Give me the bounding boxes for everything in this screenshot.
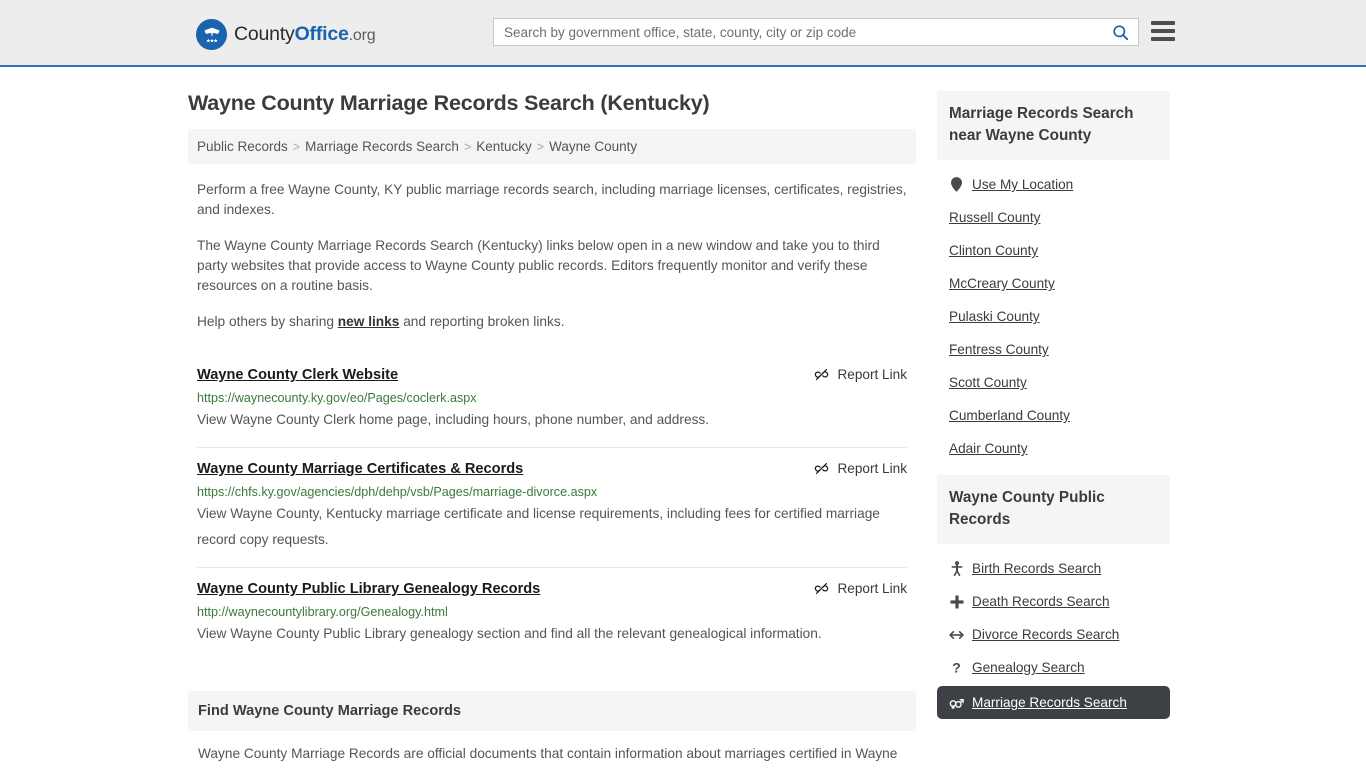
sidebar-item-russell-county[interactable]: Russell County — [937, 201, 1170, 234]
intro-paragraph-3: Help others by sharing new links and rep… — [188, 312, 916, 332]
hamburger-bar — [1151, 37, 1175, 41]
question-mark-icon: ? — [949, 660, 964, 675]
record-link-description: View Wayne County Clerk home page, inclu… — [197, 412, 710, 427]
breadcrumb: Public Records > Marriage Records Search… — [188, 129, 916, 164]
broken-link-icon — [815, 462, 829, 475]
sidebar-item-use-my-location[interactable]: Use My Location — [937, 168, 1170, 201]
sidebar-item-clinton-county[interactable]: Clinton County — [937, 234, 1170, 267]
svg-text:?: ? — [952, 660, 961, 675]
intro-paragraph-1: Perform a free Wayne County, KY public m… — [197, 182, 907, 217]
sidebar: Marriage Records Search near Wayne Count… — [937, 91, 1170, 768]
page-title: Wayne County Marriage Records Search (Ke… — [188, 91, 710, 115]
sidebar-item-adair-county[interactable]: Adair County — [937, 432, 1170, 465]
breadcrumb-separator: > — [463, 139, 472, 154]
breadcrumb-item-public-records[interactable]: Public Records — [197, 139, 288, 154]
sidebar-item-label: Clinton County — [949, 243, 1039, 258]
sidebar-item-label: Marriage Records Search — [972, 695, 1127, 710]
find-records-body: Wayne County Marriage Records are offici… — [198, 746, 898, 761]
logo-text-office: Office — [294, 23, 349, 45]
broken-link-icon — [815, 582, 829, 595]
sidebar-item-birth-records-search[interactable]: Birth Records Search — [937, 552, 1170, 585]
sidebar-item-label: Adair County — [949, 441, 1028, 456]
new-links-link[interactable]: new links — [338, 314, 400, 329]
sidebar-item-mccreary-county[interactable]: McCreary County — [937, 267, 1170, 300]
breadcrumb-item-wayne-county[interactable]: Wayne County — [549, 139, 637, 154]
search-button[interactable] — [1102, 19, 1138, 45]
breadcrumb-item-kentucky[interactable]: Kentucky — [476, 139, 532, 154]
breadcrumb-item-marriage-records-search[interactable]: Marriage Records Search — [305, 139, 459, 154]
site-header: CountyOffice.org — [0, 0, 1366, 67]
cross-icon — [949, 595, 964, 609]
record-link-title[interactable]: Wayne County Marriage Certificates & Rec… — [197, 460, 523, 479]
sidebar-item-label: Divorce Records Search — [972, 627, 1120, 642]
sidebar-item-label: Pulaski County — [949, 309, 1040, 324]
record-link-title[interactable]: Wayne County Clerk Website — [197, 366, 398, 385]
public-records-heading: Wayne County Public Records — [937, 475, 1170, 544]
logo-text-county: County — [234, 23, 295, 45]
sidebar-item-divorce-records-search[interactable]: Divorce Records Search — [937, 618, 1170, 651]
location-pin-icon — [949, 177, 964, 192]
main-content: Wayne County Marriage Records Search (Ke… — [188, 67, 916, 768]
sidebar-item-label: Birth Records Search — [972, 561, 1102, 576]
nearby-search-panel: Marriage Records Search near Wayne Count… — [937, 91, 1170, 465]
page-body: Wayne County Marriage Records Search (Ke… — [0, 67, 1366, 768]
sidebar-item-genealogy-search[interactable]: ? Genealogy Search — [937, 651, 1170, 684]
baby-icon — [949, 561, 964, 576]
logo-text-org: .org — [348, 27, 376, 44]
record-link-url: https://chfs.ky.gov/agencies/dph/dehp/vs… — [197, 485, 598, 499]
record-link-item: Wayne County Public Library Genealogy Re… — [197, 567, 907, 661]
record-link-item: Wayne County Clerk Website Report Link h… — [197, 354, 907, 447]
male-female-icon — [949, 696, 964, 710]
report-link-label: Report Link — [837, 461, 907, 476]
hamburger-bar — [1151, 21, 1175, 25]
sidebar-item-label: Cumberland County — [949, 408, 1070, 423]
breadcrumb-separator: > — [536, 139, 545, 154]
sidebar-item-label: Fentress County — [949, 342, 1049, 357]
sidebar-item-label: Genealogy Search — [972, 660, 1085, 675]
sidebar-item-cumberland-county[interactable]: Cumberland County — [937, 399, 1170, 432]
sidebar-item-death-records-search[interactable]: Death Records Search — [937, 585, 1170, 618]
share-text-before: Help others by sharing — [197, 314, 338, 329]
find-records-heading: Find Wayne County Marriage Records — [188, 691, 916, 731]
record-link-url: https://waynecounty.ky.gov/eo/Pages/cocl… — [197, 391, 477, 405]
sidebar-item-fentress-county[interactable]: Fentress County — [937, 333, 1170, 366]
record-link-title[interactable]: Wayne County Public Library Genealogy Re… — [197, 580, 540, 599]
hamburger-bar — [1151, 29, 1175, 33]
report-link-label: Report Link — [837, 367, 907, 382]
nearby-search-heading: Marriage Records Search near Wayne Count… — [937, 91, 1170, 160]
sidebar-item-label: Scott County — [949, 375, 1027, 390]
sidebar-item-label: Use My Location — [972, 177, 1074, 192]
report-link-button[interactable]: Report Link — [813, 460, 907, 477]
sidebar-item-scott-county[interactable]: Scott County — [937, 366, 1170, 399]
site-logo[interactable]: CountyOffice.org — [196, 19, 376, 50]
sidebar-item-label: Death Records Search — [972, 594, 1110, 609]
share-text-after: and reporting broken links. — [399, 314, 565, 329]
intro-paragraph-2: The Wayne County Marriage Records Search… — [197, 238, 880, 293]
report-link-button[interactable]: Report Link — [813, 580, 907, 597]
search-icon — [1112, 24, 1128, 40]
public-records-panel: Wayne County Public Records Birth Record… — [937, 475, 1170, 719]
report-link-label: Report Link — [837, 581, 907, 596]
sidebar-item-marriage-records-search[interactable]: Marriage Records Search — [937, 686, 1170, 719]
site-logo-text: CountyOffice.org — [234, 23, 376, 46]
intro-text: Perform a free Wayne County, KY public m… — [188, 180, 916, 332]
sidebar-item-label: McCreary County — [949, 276, 1055, 291]
sidebar-item-label: Russell County — [949, 210, 1041, 225]
broken-link-icon — [815, 368, 829, 381]
search-bar[interactable] — [493, 18, 1139, 46]
left-right-arrow-icon — [949, 629, 964, 641]
eagle-shield-logo-icon — [196, 19, 227, 50]
sidebar-item-pulaski-county[interactable]: Pulaski County — [937, 300, 1170, 333]
hamburger-menu-icon[interactable] — [1151, 20, 1175, 42]
record-link-url: http://waynecountylibrary.org/Genealogy.… — [197, 605, 448, 619]
breadcrumb-separator: > — [292, 139, 301, 154]
record-link-description: View Wayne County Public Library genealo… — [197, 626, 822, 641]
search-input[interactable] — [494, 19, 1102, 45]
record-links-list: Wayne County Clerk Website Report Link h… — [188, 354, 916, 661]
report-link-button[interactable]: Report Link — [813, 366, 907, 383]
record-link-item: Wayne County Marriage Certificates & Rec… — [197, 447, 907, 567]
record-link-description: View Wayne County, Kentucky marriage cer… — [197, 506, 880, 547]
